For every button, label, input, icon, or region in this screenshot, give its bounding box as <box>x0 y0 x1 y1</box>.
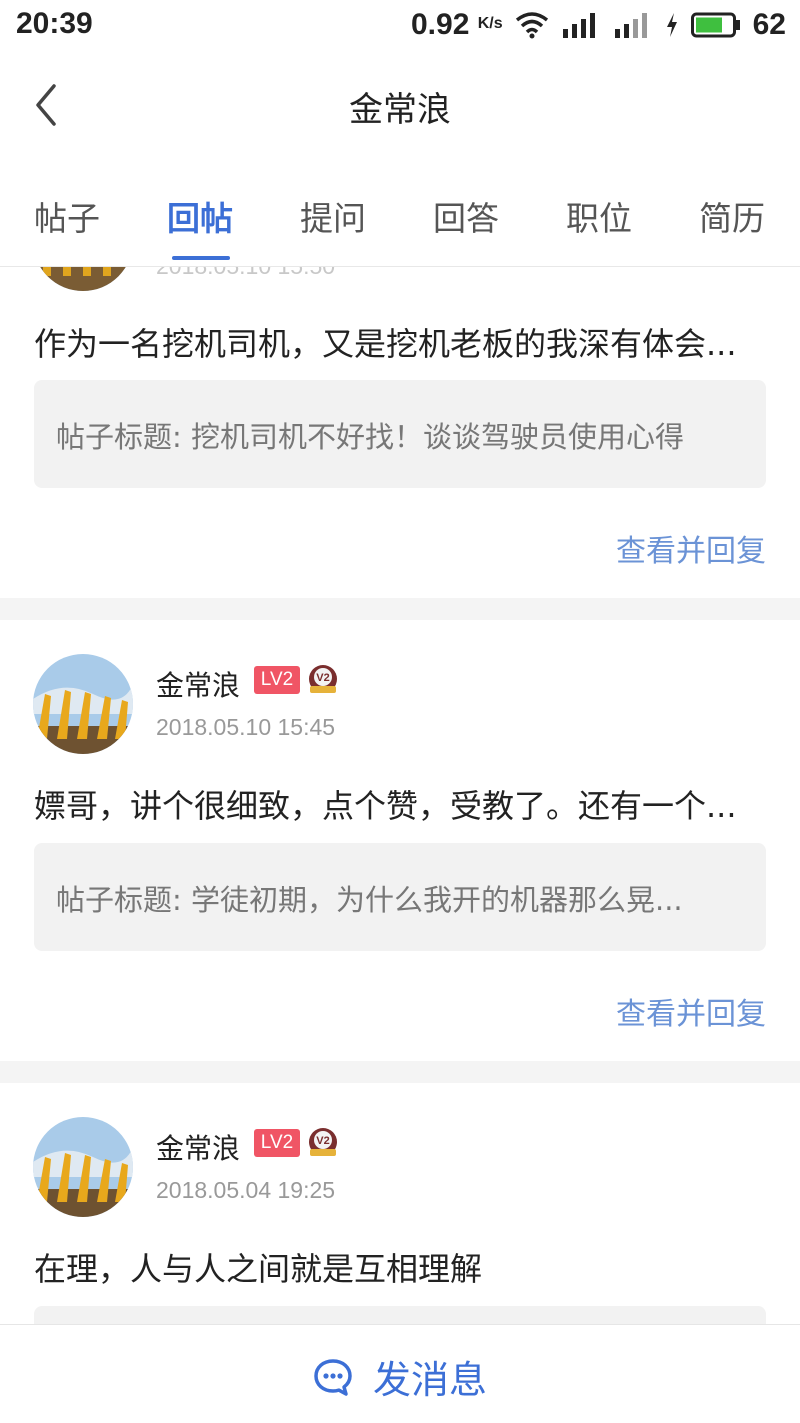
active-tab-indicator <box>172 256 230 260</box>
post-time: 2018.05.10 15:50 <box>156 267 335 280</box>
reply-text[interactable]: 在理，人与人之间就是互相理解 <box>34 1244 769 1290</box>
post-time: 2018.05.04 19:25 <box>156 1177 336 1203</box>
view-and-reply-link[interactable]: 查看并回复 <box>616 989 766 1033</box>
tab-answers[interactable]: 回答 <box>411 192 521 240</box>
svg-text:V2: V2 <box>316 672 329 684</box>
battery-icon <box>690 12 740 38</box>
send-message-button[interactable]: 发消息 <box>0 1349 800 1404</box>
tab-jobs[interactable]: 职位 <box>544 192 654 240</box>
status-indicators: 0.92 K/s 62 <box>411 7 786 43</box>
tab-bar: 帖子 回帖 提问 回答 职位 简历 <box>0 162 800 267</box>
quoted-post[interactable] <box>34 1306 766 1324</box>
tab-resumes[interactable]: 简历 <box>677 192 787 240</box>
quoted-post-title: 帖子标题: 学徒初期，为什么我开的机器那么晃... <box>56 883 683 917</box>
vip-medal-icon: V2 <box>309 1128 337 1156</box>
chat-bubble-icon <box>314 1358 352 1396</box>
signal-icon <box>562 13 595 38</box>
vip-medal-icon: V2 <box>309 665 337 693</box>
network-speed: 0.92 K/s <box>410 8 503 41</box>
quoted-post-title: 帖子标题: 挖机司机不好找！谈谈驾驶员使用心得 <box>56 420 684 454</box>
quoted-post[interactable]: 帖子标题: 挖机司机不好找！谈谈驾驶员使用心得 <box>34 380 766 488</box>
level-badge: LV2 <box>254 666 300 694</box>
level-badge: LV2 <box>254 1129 300 1157</box>
send-message-label: 发消息 <box>372 1358 487 1402</box>
avatar[interactable] <box>33 1117 133 1217</box>
status-time: 20:39 <box>16 7 93 40</box>
reply-list[interactable]: 2018.05.10 15:50 作为一名挖机司机，又是挖机老板的我深有体会..… <box>0 267 800 1324</box>
avatar[interactable] <box>33 654 133 754</box>
status-bar: 20:39 0.92 K/s 62 <box>0 0 800 52</box>
avatar[interactable] <box>33 267 133 291</box>
divider <box>0 598 800 620</box>
page-title: 金常浪 <box>349 90 451 130</box>
wifi-icon <box>515 12 548 39</box>
reply-text[interactable]: 嫖哥，讲个很细致，点个赞，受教了。还有一个... <box>34 781 769 827</box>
tab-questions[interactable]: 提问 <box>278 192 388 240</box>
reply-card: 金常浪 LV2 V2 2018.05.10 15:45 嫖哥，讲个很细致，点个赞… <box>0 620 800 1061</box>
user-name[interactable]: 金常浪 <box>156 664 240 704</box>
reply-card: 2018.05.10 15:50 作为一名挖机司机，又是挖机老板的我深有体会..… <box>0 267 800 598</box>
quoted-post[interactable]: 帖子标题: 学徒初期，为什么我开的机器那么晃... <box>34 843 766 951</box>
reply-card: 金常浪 LV2 V2 2018.05.04 19:25 在理，人与人之间就是互相… <box>0 1083 800 1324</box>
post-time: 2018.05.10 15:45 <box>156 714 336 740</box>
nav-bar: 金常浪 <box>0 52 800 162</box>
charging-icon <box>666 13 677 37</box>
user-name[interactable]: 金常浪 <box>156 1127 240 1167</box>
view-and-reply-link[interactable]: 查看并回复 <box>616 526 766 570</box>
tab-replies[interactable]: 回帖 <box>145 192 255 240</box>
divider <box>0 1061 800 1083</box>
battery-level: 62 <box>752 8 786 41</box>
bottom-action-bar: 发消息 <box>0 1324 800 1423</box>
svg-text:V2: V2 <box>316 1135 329 1147</box>
reply-text[interactable]: 作为一名挖机司机，又是挖机老板的我深有体会... <box>34 319 769 365</box>
tab-posts[interactable]: 帖子 <box>12 192 122 240</box>
signal-4g-icon <box>614 13 647 38</box>
